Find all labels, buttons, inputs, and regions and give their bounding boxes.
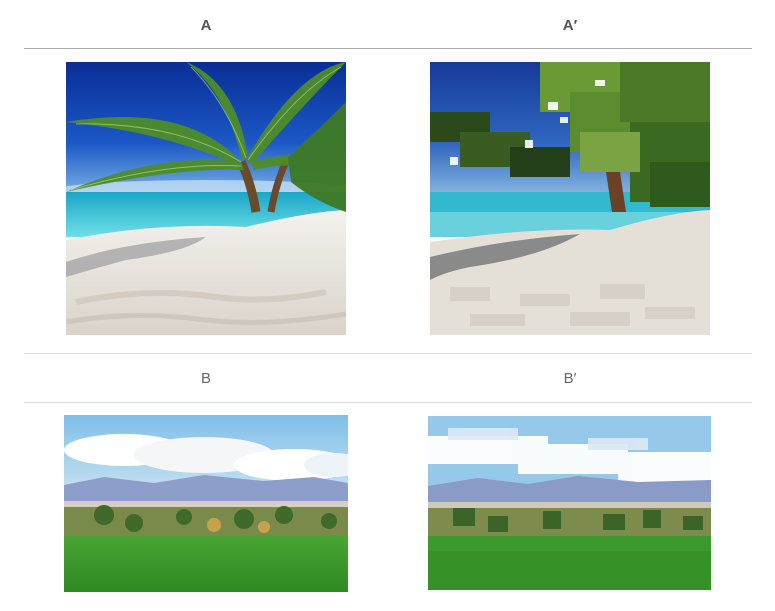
column-label-a-prime: A′ [562,17,578,34]
header-divider [24,48,752,49]
column-label-a: A [200,17,212,34]
image-b-prime-meadow-painterly [428,416,711,590]
image-a-prime-beach-painterly [430,62,710,335]
row-divider-2 [24,402,752,403]
image-b-meadow [64,415,348,592]
column-label-b: B [200,370,211,387]
column-label-b-prime: B′ [563,370,577,387]
image-a-beach [66,62,346,335]
row-divider-1 [24,353,752,354]
